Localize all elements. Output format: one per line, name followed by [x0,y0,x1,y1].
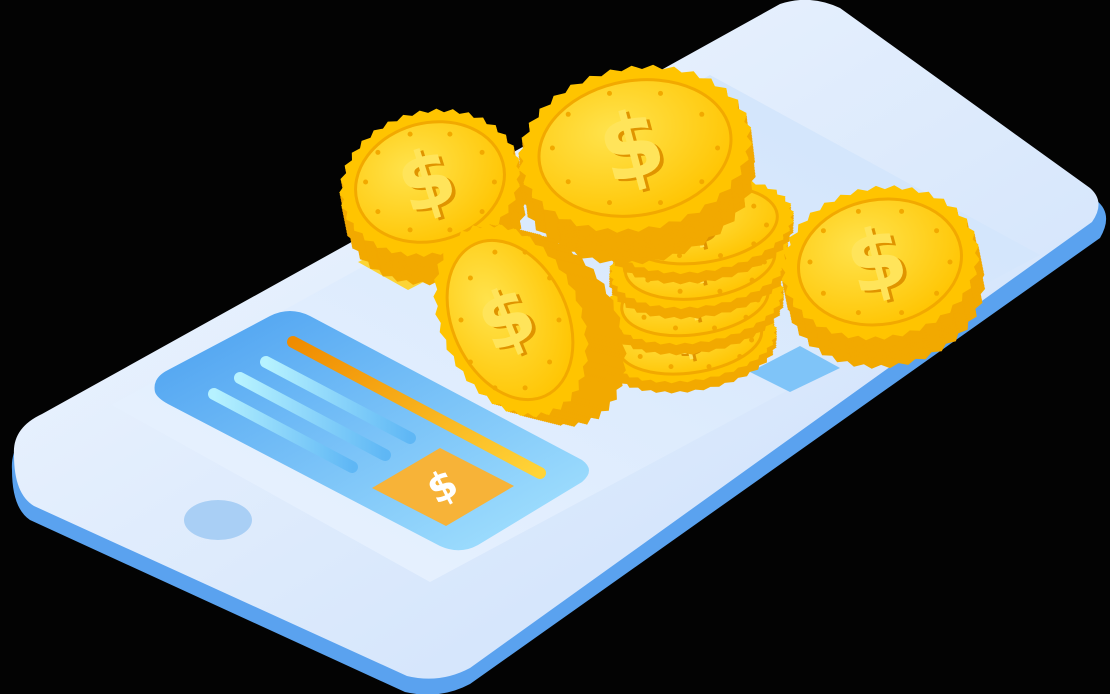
coin-star [712,325,717,331]
home-button [184,500,252,540]
coin-star [458,317,464,323]
coin-star [565,179,571,185]
coin-star [565,111,571,117]
coin-star [492,385,498,391]
coin-star [658,90,663,96]
coin-star [751,203,757,209]
coin-star [547,275,553,281]
coin-star [641,314,647,320]
coin-star [407,131,413,137]
coin-star [668,364,674,370]
coin-star [820,290,826,296]
coin-star [375,209,381,215]
coin-star [899,208,905,214]
coin-star [658,200,663,206]
coin-star [934,290,940,296]
coin-star [737,354,743,359]
coin-star [492,249,498,255]
coin-star [363,179,369,185]
coin-star [479,149,485,155]
coin-star [522,249,528,255]
dollar-coin-icon: $$ [780,185,986,369]
coin-star [807,259,813,265]
coin-star [699,179,705,185]
coin-star [715,145,721,151]
coin-star [547,359,553,365]
coin-star [375,149,381,155]
coin-star [764,222,769,228]
coin-star [607,200,612,206]
coin-star [491,179,497,185]
coin-star [706,364,712,370]
coin-star [447,227,453,233]
coin-star [607,90,612,96]
coin-star [717,288,723,294]
coin-star [820,228,826,234]
coin-star [699,111,705,117]
coin-star [556,317,562,323]
coin-star [673,325,678,331]
coin-star [479,209,485,215]
coin-star [407,227,413,233]
coin-star [855,310,861,316]
coin-star [749,277,755,283]
coin-star [751,241,757,247]
coin-star [637,354,643,359]
coin-star [718,253,723,259]
illustration-stage: $ $$$$$$$$$$$$$$$$ [0,0,1110,694]
isometric-phone-coins-illustration: $ $$$$$$$$$$$$$$$$ [11,0,1106,694]
coin-star [677,288,683,294]
coin-star [743,314,749,320]
coin-star [467,275,473,281]
coin-star [447,131,453,137]
coin-star [549,145,555,151]
coin-star [522,385,528,391]
coin-star [934,228,940,234]
coin-star [947,259,953,265]
coin-star [855,208,861,214]
coin-star [899,310,905,316]
coin-star [467,359,473,365]
